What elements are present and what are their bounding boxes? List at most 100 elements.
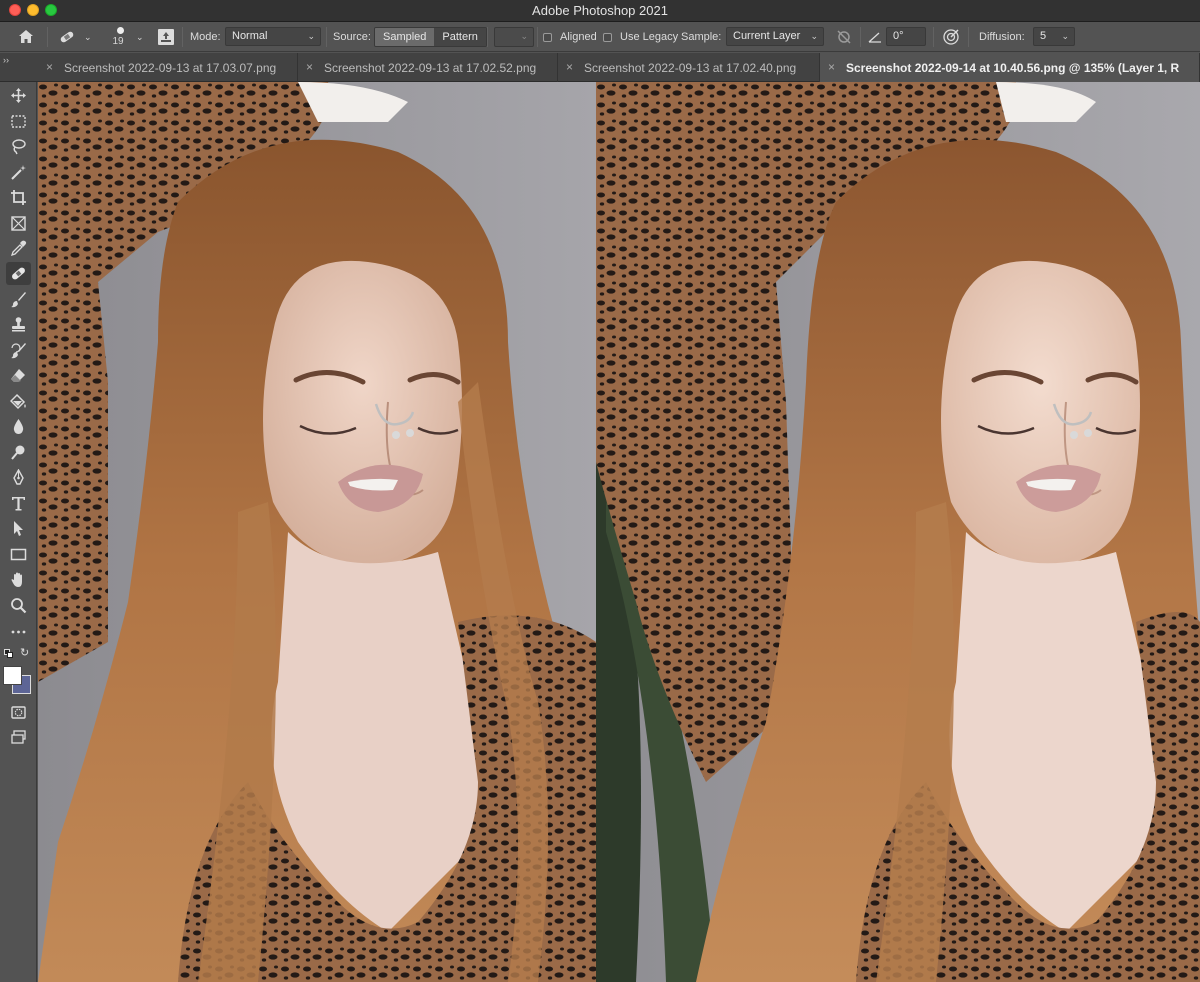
close-tab-icon[interactable]: × <box>566 60 573 74</box>
document-tab[interactable]: × Screenshot 2022-09-13 at 17.02.40.png <box>558 53 820 82</box>
screen-mode-button[interactable] <box>6 726 31 749</box>
ignore-adjustment-icon <box>837 30 851 44</box>
sample-select[interactable]: Current Layer ⌄ <box>726 27 824 46</box>
quick-mask-button[interactable] <box>6 701 31 724</box>
screen-mode-icon <box>11 730 26 744</box>
hand-tool-icon <box>11 572 22 587</box>
pen-tool-icon <box>13 469 24 485</box>
pressure-size-button[interactable] <box>942 22 960 52</box>
history-brush-tool[interactable] <box>6 339 31 362</box>
foreground-color-swatch[interactable] <box>3 666 22 685</box>
clone-stamp-icon <box>12 317 25 332</box>
separator <box>487 27 488 47</box>
more-tools-button[interactable] <box>6 620 31 643</box>
brush-size-picker[interactable]: 19 <box>112 22 124 52</box>
frame-tool[interactable] <box>6 212 31 235</box>
close-tab-icon[interactable]: × <box>306 60 313 74</box>
canvas-area[interactable] <box>38 82 1200 982</box>
brush-size-value: 19 <box>112 36 124 47</box>
eyedropper-tool[interactable] <box>6 237 31 260</box>
angle-icon <box>868 32 881 43</box>
path-selection-tool[interactable] <box>6 517 31 540</box>
healing-brush-icon <box>12 267 25 280</box>
source-label: Source: <box>333 31 371 43</box>
marquee-tool[interactable] <box>6 110 31 133</box>
type-tool[interactable] <box>6 492 31 515</box>
magic-wand-tool[interactable] <box>6 161 31 184</box>
source-sampled-button[interactable]: Sampled <box>375 28 435 46</box>
path-selection-icon <box>14 521 23 536</box>
chevron-down-icon: ⌄ <box>810 31 818 41</box>
document-image-right[interactable] <box>596 82 1200 982</box>
pattern-picker[interactable]: ⌄ <box>494 27 534 47</box>
eyedropper-icon <box>10 240 27 257</box>
mode-label: Mode: <box>190 31 221 43</box>
angle-value: 0° <box>893 30 904 42</box>
collapse-panels-icon[interactable]: ›› <box>3 55 9 65</box>
tab-label: Screenshot 2022-09-14 at 10.40.56.png @ … <box>846 61 1180 75</box>
blur-tool-icon <box>13 419 24 434</box>
crop-tool[interactable] <box>6 186 31 209</box>
document-tab-active[interactable]: × Screenshot 2022-09-14 at 10.40.56.png … <box>820 53 1200 82</box>
default-colors-icon[interactable] <box>4 649 14 659</box>
portrait-photo-right <box>596 82 1200 982</box>
home-icon <box>19 30 33 43</box>
bandage-icon <box>60 31 74 43</box>
brush-dot-icon <box>117 27 124 34</box>
diffusion-value: 5 <box>1040 30 1047 42</box>
brush-tool[interactable] <box>6 288 31 311</box>
ignore-adjustment-layers-button[interactable] <box>836 22 852 52</box>
source-toggle: Sampled Pattern <box>374 27 487 47</box>
eraser-tool[interactable] <box>6 364 31 387</box>
rectangle-tool[interactable] <box>6 543 31 566</box>
chevron-down-icon: ⌄ <box>1061 31 1069 41</box>
separator <box>537 27 538 47</box>
close-tab-icon[interactable]: × <box>46 60 53 74</box>
move-tool[interactable] <box>6 84 31 107</box>
tool-preset-picker[interactable]: ⌄ <box>58 22 92 52</box>
tab-label: Screenshot 2022-09-13 at 17.03.07.png <box>64 61 277 75</box>
marquee-tool-icon <box>11 115 26 128</box>
brush-settings-icon <box>158 29 174 45</box>
quick-mask-icon <box>11 706 26 719</box>
tab-label: Screenshot 2022-09-13 at 17.02.40.png <box>584 61 797 75</box>
separator <box>182 27 183 47</box>
pressure-icon <box>943 29 959 45</box>
healing-brush-tool[interactable] <box>6 262 31 285</box>
sample-value: Current Layer <box>733 30 801 42</box>
brush-settings-button[interactable] <box>157 22 175 52</box>
more-tools-icon <box>11 630 26 634</box>
hand-tool[interactable] <box>6 568 31 591</box>
separator <box>968 27 969 47</box>
aligned-checkbox[interactable] <box>543 33 552 42</box>
angle-input[interactable]: 0° <box>886 27 926 46</box>
document-image-left[interactable] <box>38 82 596 982</box>
blur-tool[interactable] <box>6 415 31 438</box>
rectangle-tool-icon <box>10 548 27 561</box>
clone-stamp-tool[interactable] <box>6 313 31 336</box>
source-pattern-button[interactable]: Pattern <box>434 28 486 46</box>
eraser-icon <box>11 369 25 382</box>
pen-tool[interactable] <box>6 466 31 489</box>
brush-chevron[interactable]: ⌄ <box>136 22 144 52</box>
sample-label: Sample: <box>681 31 722 43</box>
app-title: Adobe Photoshop 2021 <box>532 3 668 18</box>
chevron-down-icon: ⌄ <box>307 31 315 41</box>
home-button[interactable] <box>17 22 35 52</box>
swap-colors-icon[interactable]: ↻ <box>20 646 29 659</box>
lasso-tool[interactable] <box>6 135 31 158</box>
zoom-tool[interactable] <box>6 594 31 617</box>
dodge-tool-icon <box>11 445 25 460</box>
history-brush-icon <box>11 343 26 359</box>
mode-select[interactable]: Normal ⌄ <box>225 27 321 46</box>
close-tab-icon[interactable]: × <box>828 60 835 74</box>
paint-bucket-tool[interactable] <box>6 390 31 413</box>
paint-bucket-icon <box>10 393 26 410</box>
use-legacy-checkbox[interactable] <box>603 33 612 42</box>
dodge-tool[interactable] <box>6 441 31 464</box>
document-tab[interactable]: × Screenshot 2022-09-13 at 17.02.52.png <box>298 53 558 82</box>
separator <box>326 27 327 47</box>
diffusion-select[interactable]: 5 ⌄ <box>1033 27 1075 46</box>
portrait-photo-left <box>38 82 596 982</box>
document-tab[interactable]: × Screenshot 2022-09-13 at 17.03.07.png <box>38 53 298 82</box>
